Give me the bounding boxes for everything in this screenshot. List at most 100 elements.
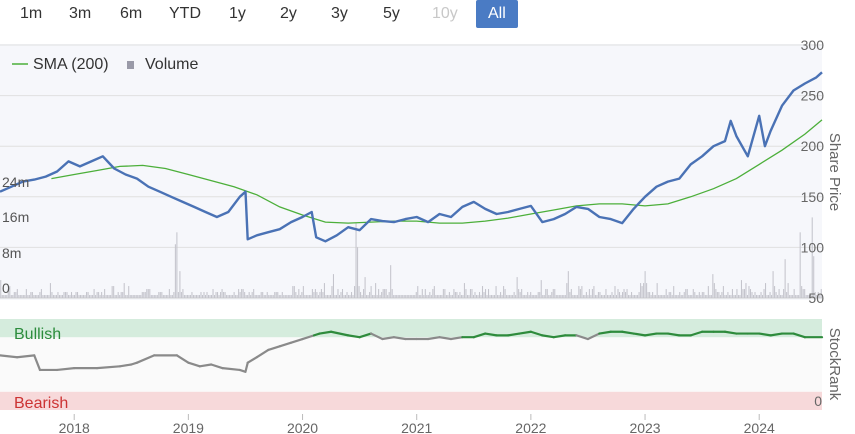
- volume-bar: [405, 295, 407, 298]
- volume-bar: [378, 289, 380, 298]
- volume-bar: [122, 292, 124, 298]
- volume-bar: [755, 295, 758, 298]
- volume-bar: [332, 274, 334, 298]
- volume-bar: [625, 292, 627, 298]
- volume-bar: [322, 292, 324, 298]
- volume-bar: [709, 295, 711, 298]
- price-tick-label: 100: [801, 239, 825, 255]
- volume-bar: [679, 292, 681, 298]
- volume-bar: [664, 295, 666, 298]
- volume-bar: [703, 292, 705, 298]
- volume-bar: [102, 295, 104, 298]
- volume-bar: [527, 292, 529, 298]
- volume-bar: [647, 292, 649, 298]
- volume-bar: [408, 295, 410, 298]
- volume-bar: [433, 286, 435, 298]
- volume-bar: [737, 295, 739, 298]
- volume-bar: [769, 292, 771, 298]
- volume-bar: [402, 295, 404, 298]
- volume-bar: [780, 295, 782, 298]
- stockrank-axis-title: StockRank: [826, 328, 843, 401]
- volume-bar: [135, 295, 137, 298]
- volume-bar: [224, 292, 226, 298]
- volume-bar: [774, 286, 776, 298]
- volume-bar: [570, 289, 572, 298]
- volume-bar: [733, 295, 735, 298]
- volume-bar: [188, 295, 190, 298]
- volume-bar: [513, 292, 515, 298]
- volume-bar: [51, 292, 53, 298]
- volume-bar: [676, 295, 678, 298]
- volume-bar: [701, 292, 703, 298]
- volume-bar: [545, 289, 547, 298]
- volume-bar: [22, 295, 24, 298]
- volume-bar: [212, 289, 214, 298]
- volume-bar: [247, 295, 249, 298]
- volume-bar: [472, 295, 475, 298]
- volume-bar: [86, 292, 88, 298]
- price-tick-label: 300: [801, 37, 825, 53]
- volume-bar: [603, 295, 605, 298]
- volume-bar: [606, 295, 608, 298]
- volume-bar: [316, 292, 318, 298]
- legend-volume-label: Volume: [145, 56, 198, 73]
- volume-bar: [230, 295, 232, 298]
- volume-bar: [384, 289, 386, 298]
- volume-bar: [57, 292, 59, 298]
- volume-bar: [712, 274, 714, 298]
- volume-bar: [140, 295, 142, 298]
- volume-bar: [656, 283, 658, 298]
- volume-bar: [295, 292, 297, 298]
- volume-bar: [221, 289, 223, 298]
- volume-bar: [786, 292, 788, 298]
- volume-bar: [588, 289, 590, 298]
- volume-bar: [531, 295, 533, 298]
- volume-bar: [361, 295, 363, 298]
- volume-bar: [287, 295, 289, 298]
- volume-bar: [462, 295, 464, 298]
- volume-bar: [197, 295, 199, 298]
- volume-bar: [125, 295, 127, 298]
- volume-bar: [715, 289, 717, 298]
- volume-bar: [92, 295, 94, 298]
- volume-bar: [399, 295, 401, 298]
- volume-bar: [238, 289, 240, 298]
- volume-bar: [441, 295, 443, 298]
- volume-bar: [167, 295, 169, 298]
- volume-bar: [414, 295, 416, 298]
- volume-bar: [260, 292, 262, 298]
- volume-bar: [335, 295, 338, 298]
- volume-bar: [19, 295, 21, 298]
- volume-bar: [707, 286, 709, 298]
- volume-bar: [223, 292, 225, 298]
- volume-bar: [149, 289, 151, 298]
- volume-bar: [360, 292, 362, 298]
- volume-bar: [250, 295, 252, 298]
- volume-bar: [436, 295, 438, 298]
- volume-bar: [70, 292, 73, 298]
- volume-bar: [101, 292, 103, 298]
- volume-bar: [549, 295, 551, 298]
- volume-bar: [182, 289, 184, 298]
- volume-bar: [334, 295, 336, 298]
- volume-bar: [307, 295, 309, 298]
- volume-bar: [177, 292, 179, 298]
- volume-bar: [609, 295, 612, 298]
- volume-bar: [21, 295, 23, 298]
- volume-bar: [33, 295, 35, 298]
- volume-bar: [796, 295, 798, 298]
- volume-bar: [466, 295, 468, 298]
- volume-bar: [105, 295, 107, 298]
- volume-bar: [417, 286, 419, 298]
- volume-bar: [802, 289, 804, 298]
- volume-bar: [439, 295, 441, 298]
- volume-bar: [548, 295, 550, 298]
- volume-bar: [313, 292, 315, 298]
- volume-bar: [314, 289, 316, 298]
- volume-bar: [758, 295, 761, 298]
- volume-bar: [403, 295, 405, 298]
- x-tick-label: 2024: [744, 420, 775, 434]
- x-tick-label: 2019: [173, 420, 204, 434]
- volume-bar: [591, 289, 593, 298]
- volume-bar: [697, 295, 699, 298]
